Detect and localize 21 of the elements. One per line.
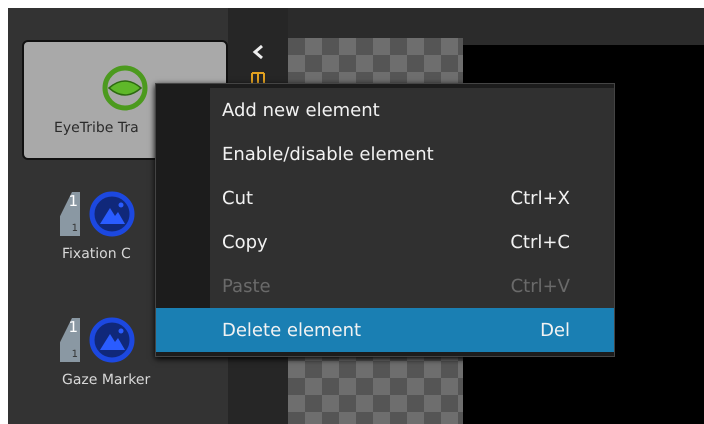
element-label: EyeTribe Tra bbox=[54, 120, 139, 136]
count-text: 1 bbox=[68, 318, 78, 336]
shortcut-text: Ctrl+V bbox=[510, 276, 570, 296]
layers-icon[interactable] bbox=[251, 72, 265, 86]
element-label: Gaze Marker bbox=[62, 372, 150, 388]
shortcut-text: Ctrl+X bbox=[510, 188, 570, 208]
mountain-icon bbox=[88, 316, 136, 364]
menu-item[interactable]: Cut Ctrl+X bbox=[156, 176, 614, 220]
menu-item[interactable]: Delete element Del bbox=[156, 308, 614, 352]
menu-item[interactable]: Enable/disable element bbox=[156, 132, 614, 176]
shortcut-text: Ctrl+C bbox=[510, 232, 570, 252]
eye-icon bbox=[101, 64, 149, 112]
element-label: Fixation C bbox=[62, 246, 131, 262]
menu-item[interactable]: Copy Ctrl+C bbox=[156, 220, 614, 264]
mountain-icon bbox=[88, 190, 136, 238]
shortcut-text: Del bbox=[540, 320, 570, 340]
collapse-icon[interactable] bbox=[252, 44, 264, 60]
count-text: 1 bbox=[72, 349, 78, 360]
menu-item[interactable]: Add new element bbox=[156, 88, 614, 132]
count-text: 1 bbox=[72, 223, 78, 234]
count-text: 1 bbox=[68, 192, 78, 210]
